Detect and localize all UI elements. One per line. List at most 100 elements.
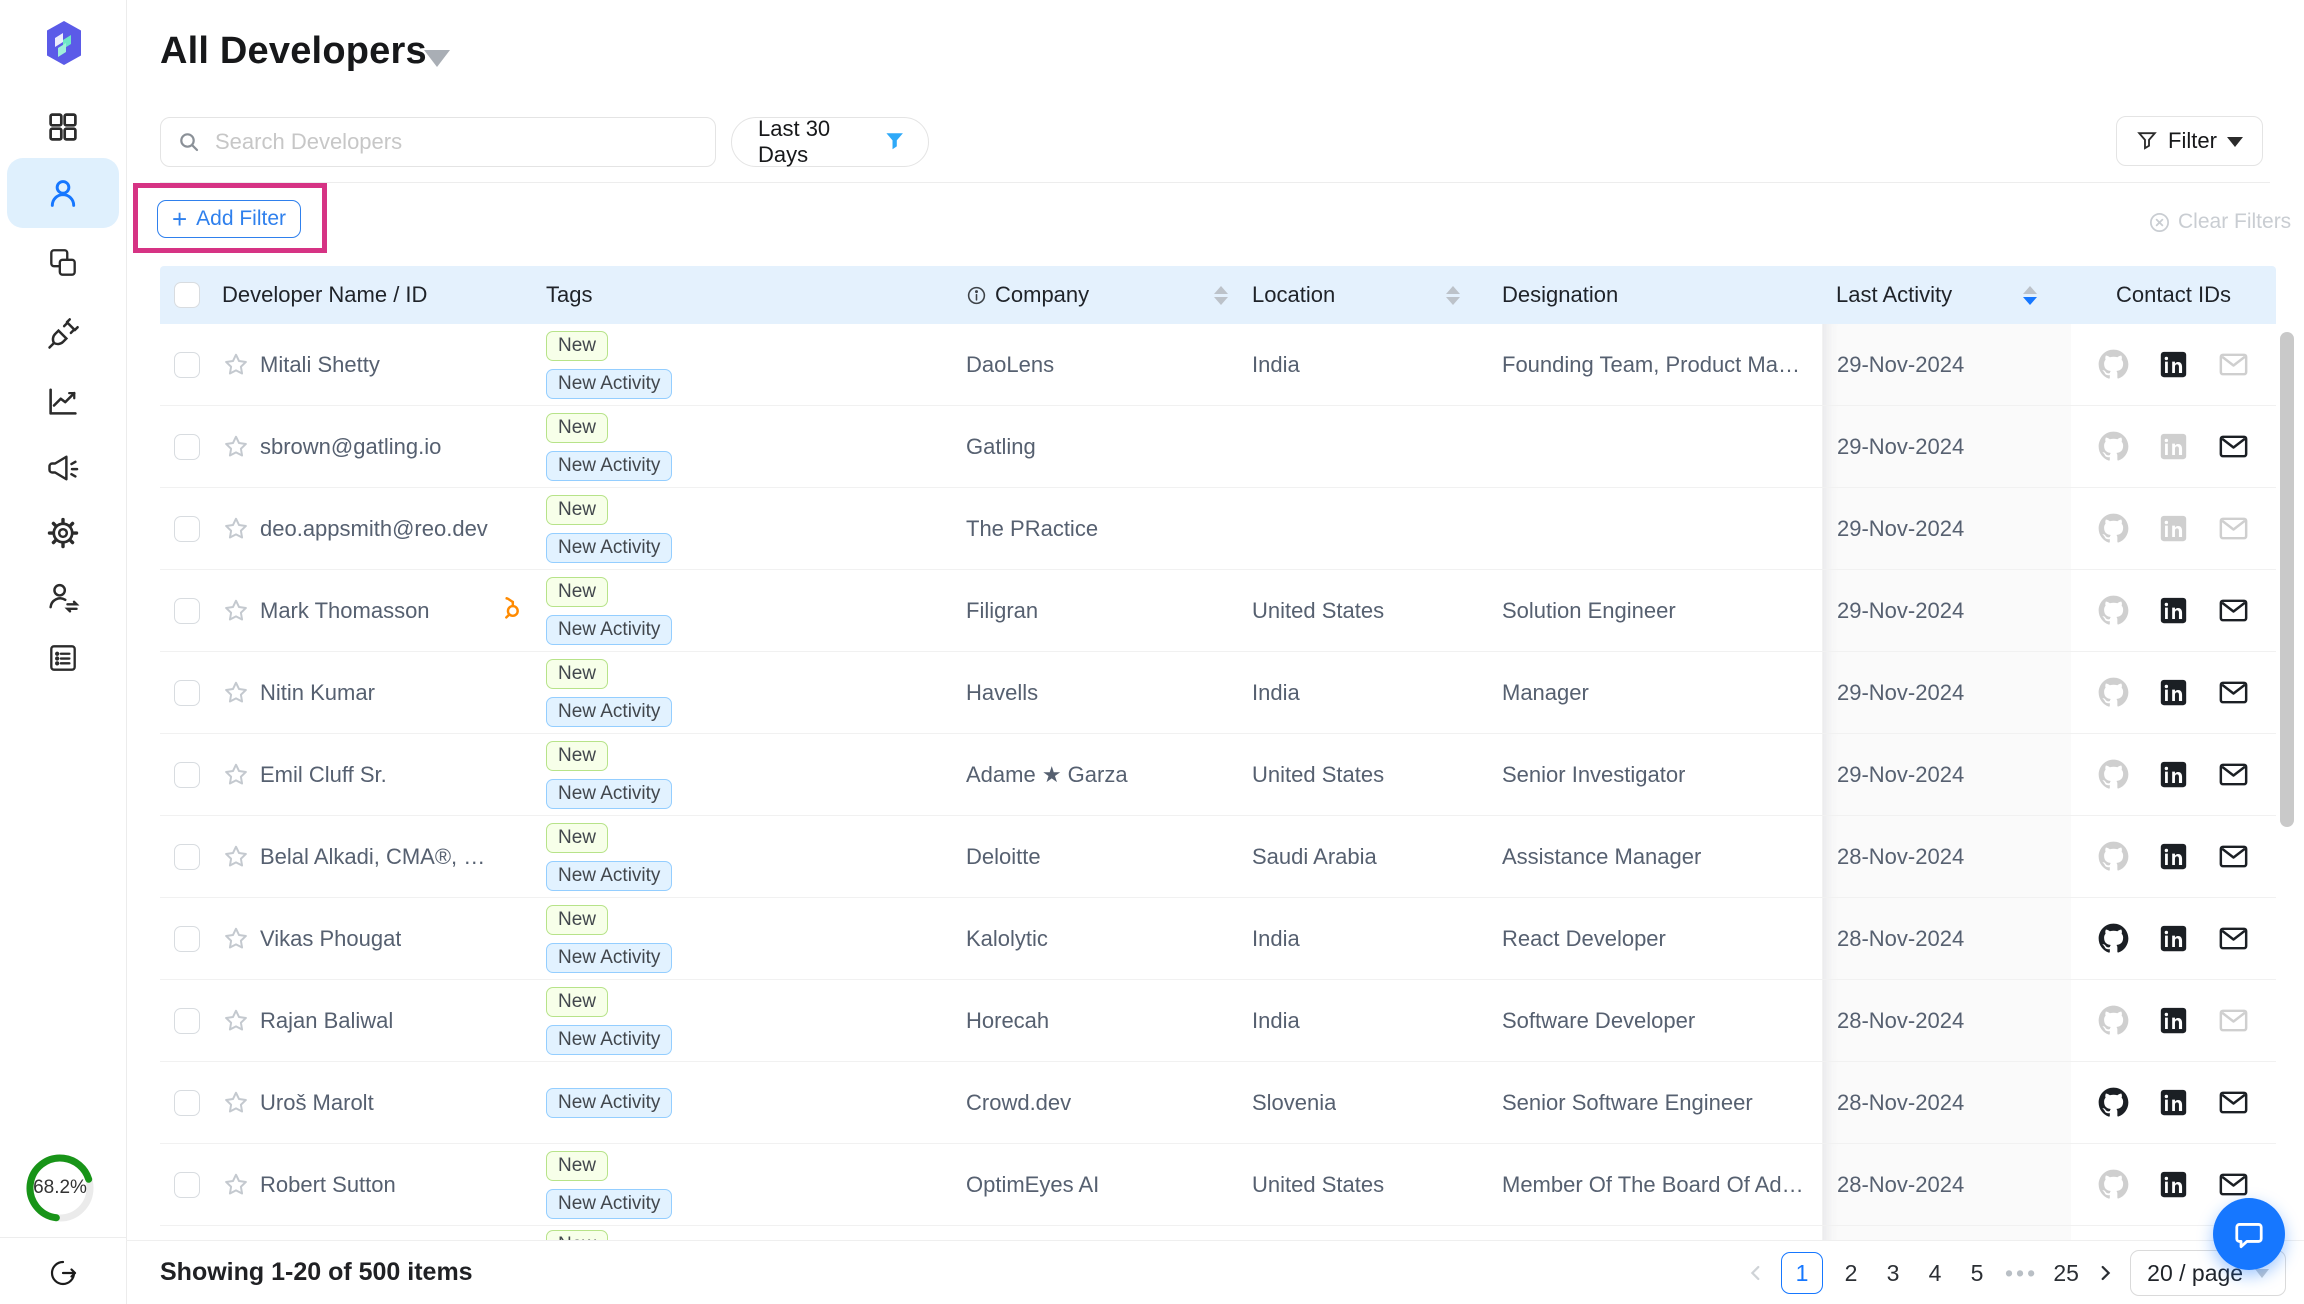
row-checkbox[interactable] xyxy=(174,762,200,788)
star-icon[interactable] xyxy=(222,351,250,379)
sidebar-item-forms[interactable] xyxy=(0,641,126,675)
developer-name[interactable]: Nitin Kumar xyxy=(260,680,375,706)
column-header-tags[interactable]: Tags xyxy=(539,266,959,324)
developer-name[interactable]: deo.appsmith@reo.dev xyxy=(260,516,488,542)
developer-name[interactable]: Uroš Marolt xyxy=(260,1090,374,1116)
linkedin-icon[interactable] xyxy=(2159,1088,2188,1117)
row-checkbox[interactable] xyxy=(174,680,200,706)
page-number[interactable]: 5 xyxy=(1963,1260,1991,1287)
page-number[interactable]: 2 xyxy=(1837,1260,1865,1287)
column-header-name[interactable]: Developer Name / ID xyxy=(214,266,539,324)
page-number-active[interactable]: 1 xyxy=(1781,1252,1823,1294)
title-dropdown-caret[interactable] xyxy=(424,50,450,67)
column-header-last-activity[interactable]: Last Activity xyxy=(1822,266,2071,324)
clear-filters-button[interactable]: Clear Filters xyxy=(2148,210,2291,234)
row-checkbox[interactable] xyxy=(174,844,200,870)
developer-name[interactable]: Rajan Baliwal xyxy=(260,1008,393,1034)
star-icon[interactable] xyxy=(222,843,250,871)
developer-name[interactable]: Vikas Phougat xyxy=(260,926,401,952)
email-icon[interactable] xyxy=(2218,595,2249,626)
github-icon[interactable] xyxy=(2098,1087,2129,1118)
star-icon[interactable] xyxy=(222,433,250,461)
developer-name[interactable]: Robert Sutton xyxy=(260,1172,396,1198)
star-icon[interactable] xyxy=(222,1007,250,1035)
github-icon[interactable] xyxy=(2098,595,2129,626)
linkedin-icon[interactable] xyxy=(2159,1006,2188,1035)
sidebar-item-settings[interactable] xyxy=(0,515,126,551)
row-checkbox[interactable] xyxy=(174,1172,200,1198)
github-icon[interactable] xyxy=(2098,431,2129,462)
star-icon[interactable] xyxy=(222,1089,250,1117)
sidebar-item-dashboard[interactable] xyxy=(0,109,126,145)
github-icon[interactable] xyxy=(2098,923,2129,954)
sidebar-item-user-sync[interactable] xyxy=(0,579,126,615)
sidebar-item-developers[interactable] xyxy=(0,175,126,211)
developer-name[interactable]: Emil Cluff Sr. xyxy=(260,762,387,788)
column-header-designation[interactable]: Designation xyxy=(1494,266,1822,324)
github-icon[interactable] xyxy=(2098,841,2129,872)
row-checkbox[interactable] xyxy=(174,516,200,542)
star-icon[interactable] xyxy=(222,1171,250,1199)
linkedin-icon[interactable] xyxy=(2159,350,2188,379)
sidebar-item-analytics[interactable] xyxy=(0,383,126,419)
developer-name[interactable]: Belal Alkadi, CMA®, CertPF… xyxy=(260,844,496,870)
email-icon[interactable] xyxy=(2218,1169,2249,1200)
linkedin-icon[interactable] xyxy=(2159,1170,2188,1199)
email-icon[interactable] xyxy=(2218,841,2249,872)
star-icon[interactable] xyxy=(222,515,250,543)
linkedin-icon[interactable] xyxy=(2159,924,2188,953)
star-icon[interactable] xyxy=(222,925,250,953)
search-input[interactable]: Search Developers xyxy=(160,117,716,167)
sort-icons[interactable] xyxy=(1446,286,1460,305)
star-icon[interactable] xyxy=(222,761,250,789)
select-all-checkbox[interactable] xyxy=(174,282,200,308)
email-icon[interactable] xyxy=(2218,1087,2249,1118)
email-icon[interactable] xyxy=(2218,349,2249,380)
developer-name[interactable]: Mark Thomasson xyxy=(260,598,430,624)
page-number[interactable]: 3 xyxy=(1879,1260,1907,1287)
column-header-company[interactable]: Company xyxy=(959,266,1244,324)
star-icon[interactable] xyxy=(222,597,250,625)
page-number[interactable]: 4 xyxy=(1921,1260,1949,1287)
github-icon[interactable] xyxy=(2098,759,2129,790)
date-range-filter[interactable]: Last 30 Days xyxy=(731,117,929,167)
linkedin-icon[interactable] xyxy=(2159,678,2188,707)
linkedin-icon[interactable] xyxy=(2159,514,2188,543)
github-icon[interactable] xyxy=(2098,677,2129,708)
row-checkbox[interactable] xyxy=(174,1090,200,1116)
github-icon[interactable] xyxy=(2098,1169,2129,1200)
linkedin-icon[interactable] xyxy=(2159,432,2188,461)
chat-fab-button[interactable] xyxy=(2213,1198,2285,1270)
sidebar-item-integrations[interactable] xyxy=(0,316,126,352)
health-score-ring[interactable]: 68.2% xyxy=(26,1154,94,1222)
row-checkbox[interactable] xyxy=(174,1008,200,1034)
page-number[interactable]: 25 xyxy=(2052,1260,2080,1287)
email-icon[interactable] xyxy=(2218,1005,2249,1036)
sidebar-item-announcements[interactable] xyxy=(0,450,126,486)
column-header-location[interactable]: Location xyxy=(1244,266,1494,324)
developer-name[interactable]: sbrown@gatling.io xyxy=(260,434,441,460)
github-icon[interactable] xyxy=(2098,349,2129,380)
linkedin-icon[interactable] xyxy=(2159,760,2188,789)
row-checkbox[interactable] xyxy=(174,926,200,952)
sort-icons-active[interactable] xyxy=(2023,286,2037,305)
email-icon[interactable] xyxy=(2218,513,2249,544)
sidebar-item-logout[interactable] xyxy=(0,1257,126,1289)
next-page-icon[interactable] xyxy=(2094,1262,2116,1284)
github-icon[interactable] xyxy=(2098,513,2129,544)
email-icon[interactable] xyxy=(2218,759,2249,790)
row-checkbox[interactable] xyxy=(174,352,200,378)
linkedin-icon[interactable] xyxy=(2159,596,2188,625)
github-icon[interactable] xyxy=(2098,1005,2129,1036)
row-checkbox[interactable] xyxy=(174,434,200,460)
email-icon[interactable] xyxy=(2218,677,2249,708)
prev-page-icon[interactable] xyxy=(1745,1262,1767,1284)
sort-icons[interactable] xyxy=(1214,286,1228,305)
filter-button[interactable]: Filter xyxy=(2116,116,2263,166)
sidebar-item-accounts[interactable] xyxy=(0,246,126,280)
app-logo-icon[interactable] xyxy=(41,20,87,66)
vertical-scrollbar[interactable] xyxy=(2280,332,2294,827)
linkedin-icon[interactable] xyxy=(2159,842,2188,871)
email-icon[interactable] xyxy=(2218,431,2249,462)
email-icon[interactable] xyxy=(2218,923,2249,954)
